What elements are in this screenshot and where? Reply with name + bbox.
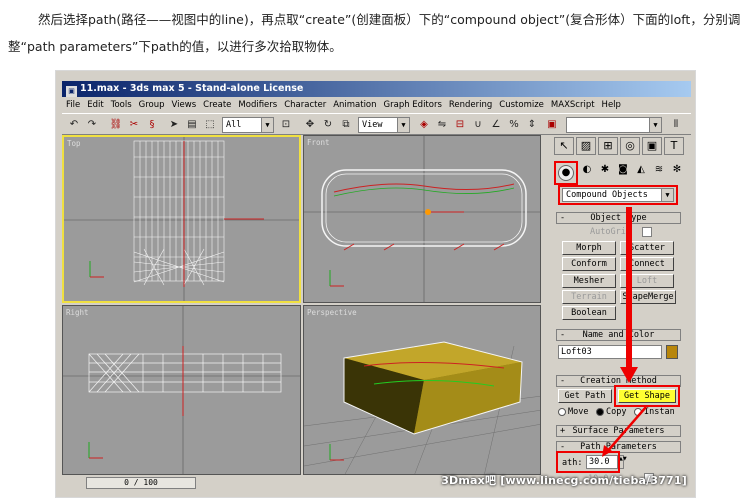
viewport-top[interactable]: Top [62,135,301,303]
get-path-button[interactable]: Get Path [558,389,612,403]
link-icon[interactable]: ⛓ [108,117,124,133]
menu-help[interactable]: Help [602,97,621,113]
window-title: ▣ 11.max - 3ds max 5 - Stand-alone Licens… [62,81,691,97]
move-radio[interactable] [558,408,566,416]
select-by-name-icon[interactable]: ▤ [184,117,200,133]
scale-icon[interactable]: ⧉ [338,117,354,133]
percent-snap-icon[interactable]: % [506,117,522,133]
move-radio-label: Move [568,407,589,417]
helpers-icon[interactable]: ◭ [634,163,648,177]
move-icon[interactable]: ✥ [302,117,318,133]
snap-icon[interactable]: ∪ [470,117,486,133]
utilities-tab-icon[interactable]: T [664,137,684,155]
viewport-perspective-drawing [304,341,540,474]
menu-animation[interactable]: Animation [333,97,376,113]
menu-graph-editors[interactable]: Graph Editors [384,97,442,113]
annotation-highlight-get-shape [614,385,680,407]
redo-icon[interactable]: ↷ [84,117,100,133]
space-warps-icon[interactable]: ≋ [652,163,666,177]
unlink-icon[interactable]: ✂ [126,117,142,133]
object-name-field[interactable]: Loft03 [558,345,662,359]
instance-radio-label: Instan [644,407,675,417]
connect-button[interactable]: Connect [620,257,674,271]
named-selection-icon[interactable]: ▣ [544,117,560,133]
menu-group[interactable]: Group [139,97,165,113]
menu-customize[interactable]: Customize [499,97,544,113]
object-color-swatch[interactable] [666,345,678,359]
bind-space-warp-icon[interactable]: § [144,117,160,133]
systems-icon[interactable]: ✻ [670,163,684,177]
shapemerge-button[interactable]: ShapeMerge [620,290,676,304]
selection-filter-dropdown[interactable]: All ▼ [222,117,274,133]
autogrid-checkbox[interactable] [642,227,652,237]
app-icon: ▣ [66,86,77,97]
modify-tab-icon[interactable]: ▨ [576,137,596,155]
spinner-snap-icon[interactable]: ⇕ [524,117,540,133]
angle-snap-icon[interactable]: ∠ [488,117,504,133]
align-icon[interactable]: ⊟ [452,117,468,133]
rotate-icon[interactable]: ↻ [320,117,336,133]
shapes-icon[interactable]: ◐ [580,163,594,177]
cameras-icon[interactable]: ◙ [616,163,630,177]
watermark-text: 3Dmax吧 [www.linecg.com/tieba/3771] [441,474,687,487]
viewport-front-drawing [304,136,540,302]
motion-tab-icon[interactable]: ◎ [620,137,640,155]
copy-radio-label: Copy [606,407,627,417]
screenshot-3dsmax: ▣ 11.max - 3ds max 5 - Stand-alone Licens… [55,70,696,498]
rollout-object-type[interactable]: - Object Type [556,212,681,224]
mesher-button[interactable]: Mesher [562,274,616,288]
region-select-icon[interactable]: ⬚ [202,117,218,133]
copy-radio[interactable] [596,408,604,416]
mirror-axis-icon[interactable]: ⫴ [668,117,684,133]
named-selection-sets-field[interactable]: ▼ [566,117,662,133]
menu-character[interactable]: Character [284,97,326,113]
terrain-button[interactable]: Terrain [562,290,616,304]
menu-modifiers[interactable]: Modifiers [238,97,277,113]
rollout-surface-parameters[interactable]: + Surface Parameters [556,425,681,437]
instance-radio[interactable] [634,408,642,416]
mirror-icon[interactable]: ⇋ [434,117,450,133]
pivot-icon[interactable]: ◈ [416,117,432,133]
hierarchy-tab-icon[interactable]: ⊞ [598,137,618,155]
article-intro: 然后选择path(路径——视图中的line)，再点取“create”(创建面板）… [8,12,741,54]
menu-maxscript[interactable]: MAXScript [551,97,595,113]
select-window-icon[interactable]: ⊡ [278,117,294,133]
viewport-front[interactable]: Front [303,135,541,303]
conform-button[interactable]: Conform [562,257,616,271]
viewport-top-drawing [64,137,299,301]
menu-edit[interactable]: Edit [87,97,103,113]
loft-button[interactable]: Loft [620,274,674,288]
display-tab-icon[interactable]: ▣ [642,137,662,155]
viewport-perspective[interactable]: Perspective [303,305,541,475]
morph-button[interactable]: Morph [562,241,616,255]
menu-create[interactable]: Create [203,97,231,113]
chevron-down-icon: ▼ [261,118,273,132]
annotation-highlight-path [556,451,620,473]
undo-icon[interactable]: ↶ [66,117,82,133]
menu-tools[interactable]: Tools [111,97,132,113]
reference-coordinate-dropdown[interactable]: View ▼ [358,117,410,133]
viewport-right-drawing [63,306,300,474]
command-panel: ↖ ▨ ⊞ ◎ ▣ T ● ◐ ✱ ◙ ◭ ≋ ✻ Compound Objec… [548,135,691,497]
boolean-button[interactable]: Boolean [562,306,616,320]
annotation-highlight-dropdown [558,185,678,205]
select-icon[interactable]: ➤ [166,117,182,133]
viewport-right[interactable]: Right [62,305,301,475]
menu-file[interactable]: File [66,97,80,113]
menu-views[interactable]: Views [172,97,197,113]
create-tab-icon[interactable]: ↖ [554,137,574,155]
annotation-highlight-geometry [554,161,578,185]
menu-bar: File Edit Tools Group Views Create Modif… [62,97,691,113]
chevron-down-icon: ▼ [649,118,661,132]
lights-icon[interactable]: ✱ [598,163,612,177]
time-slider[interactable]: 0 / 100 [86,477,196,489]
chevron-down-icon: ▼ [397,118,409,132]
rollout-name-and-color[interactable]: - Name and Color [556,329,681,341]
menu-rendering[interactable]: Rendering [449,97,492,113]
scatter-button[interactable]: Scatter [620,241,674,255]
autogrid-label: AutoGrid [590,227,631,237]
main-toolbar: ↶ ↷ ⛓ ✂ § ➤ ▤ ⬚ All ▼ ⊡ ✥ ↻ ⧉ View ▼ ◈ ⇋ ⊟… [62,113,691,135]
